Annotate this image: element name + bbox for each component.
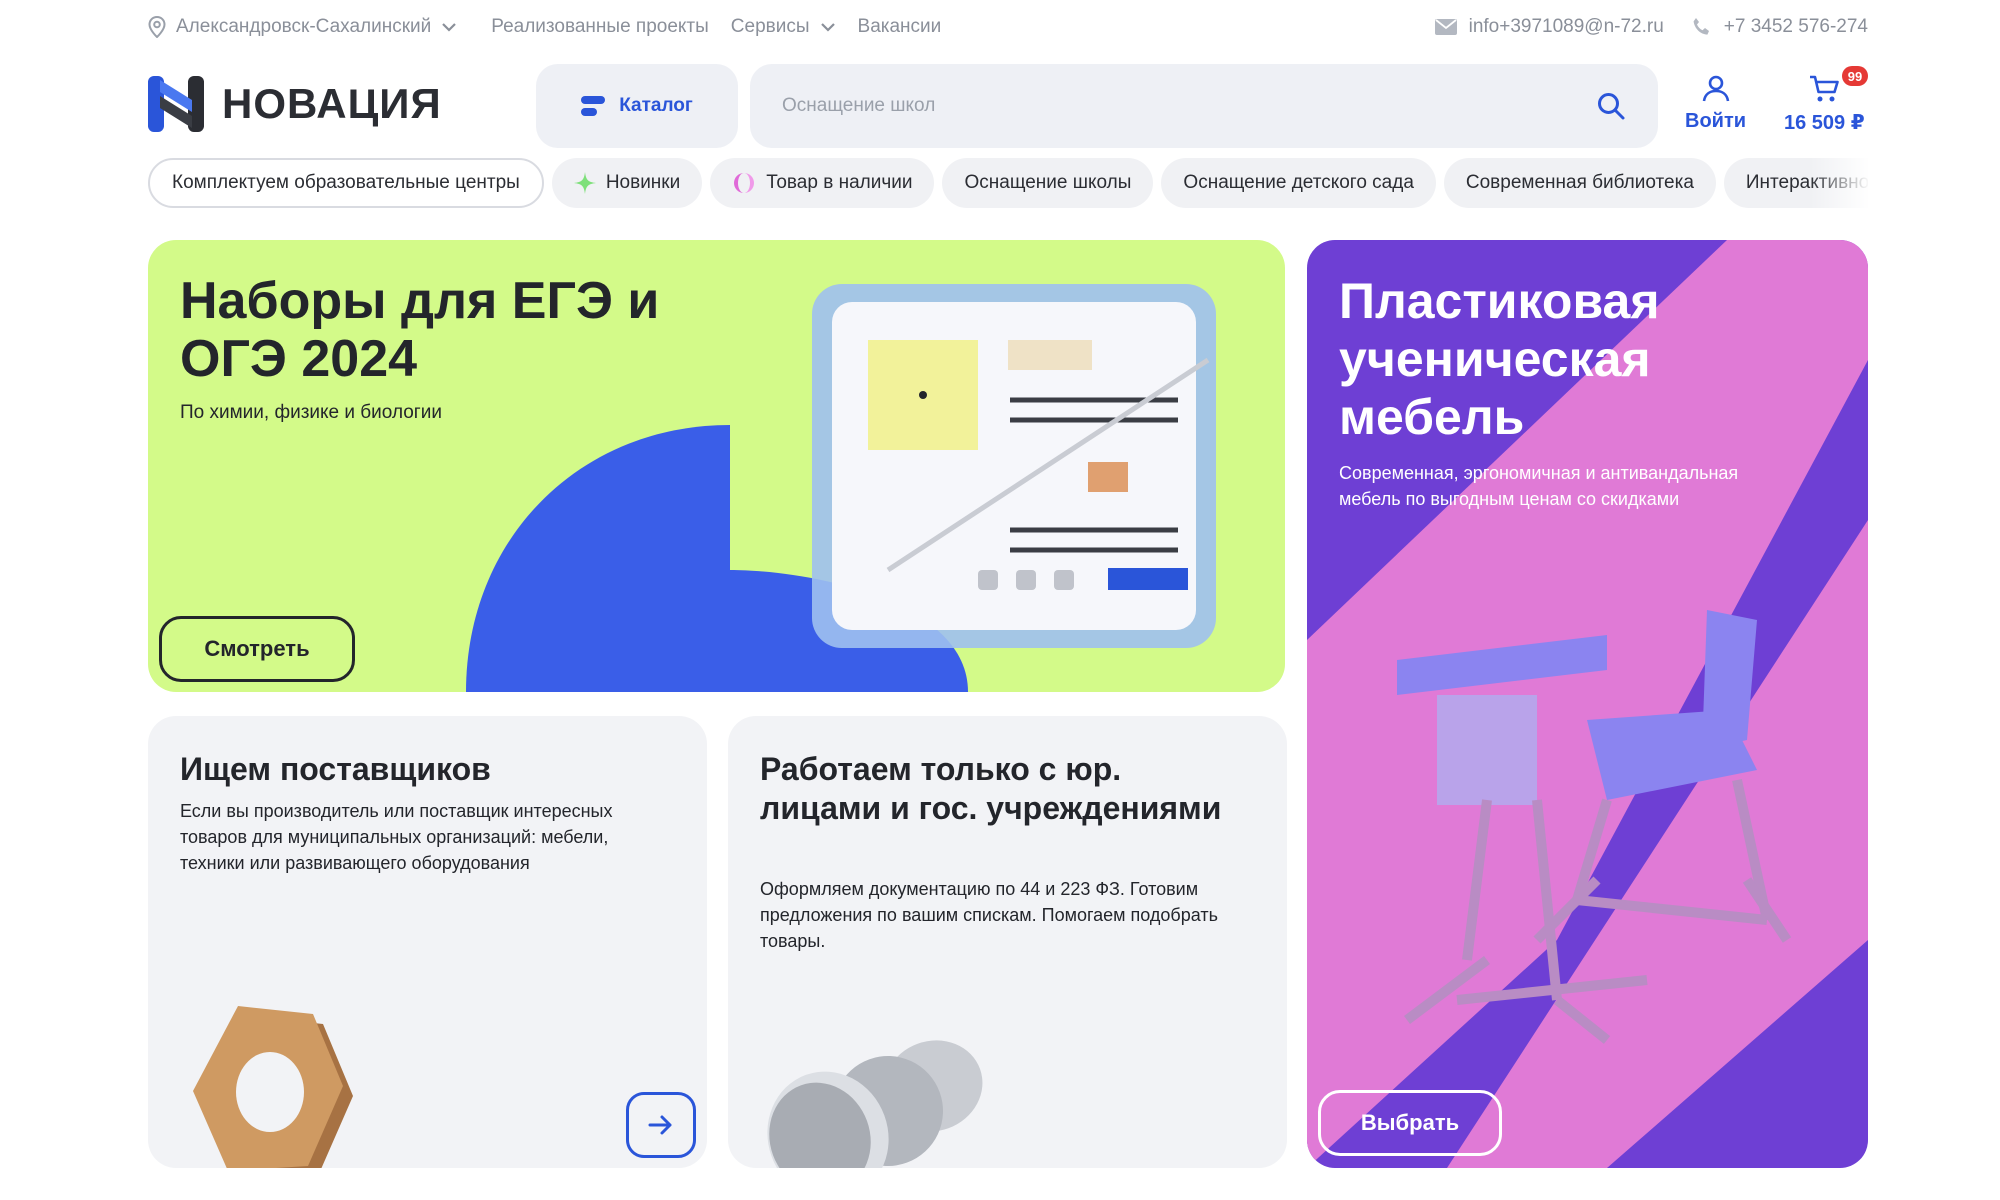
phone-link[interactable]: +7 3452 576-274: [1692, 16, 1868, 38]
chip-label: Товар в наличии: [766, 172, 913, 193]
catalog-icon: [581, 95, 606, 117]
search-bar: [750, 64, 1658, 148]
catalog-label: Каталог: [619, 95, 693, 116]
ege-title: Наборы для ЕГЭ и ОГЭ 2024: [180, 272, 660, 388]
cart-count-badge: 99: [1842, 66, 1868, 86]
card-suppliers[interactable]: Ищем поставщиков Если вы производитель и…: [148, 716, 707, 1168]
link-vacancies[interactable]: Вакансии: [858, 16, 942, 38]
chip-label: Современная библиотека: [1465, 172, 1694, 193]
search-icon[interactable]: [1596, 91, 1626, 121]
chip-label: Оснащение школы: [964, 172, 1132, 193]
category-chips: Комплектуем образовательные центры Новин…: [148, 158, 1868, 210]
chip-label: Комплектуем образовательные центры: [172, 172, 520, 193]
banner-ege-kits[interactable]: Наборы для ЕГЭ и ОГЭ 2024 По химии, физи…: [148, 240, 1285, 692]
email-text: info+3971089@n-72.ru: [1468, 16, 1664, 37]
phone-icon: [1692, 17, 1712, 37]
link-services-label: Сервисы: [730, 16, 810, 37]
metal-discs-image: [767, 1040, 983, 1168]
arrow-right-icon: [648, 1114, 674, 1136]
chevron-down-icon: [820, 22, 836, 32]
location-pin-icon: [148, 16, 166, 38]
link-projects[interactable]: Реализованные проекты: [491, 16, 709, 38]
header: НОВАЦИЯ Каталог Войти 99 16 509 ₽: [148, 62, 1868, 148]
cart-button[interactable]: 99 16 509 ₽: [1784, 66, 1868, 135]
top-bar: Александровск-Сахалинский Реализованные …: [148, 0, 1868, 54]
mail-icon: [1434, 19, 1457, 35]
view-button[interactable]: Смотреть: [159, 616, 355, 682]
chip-education-centers[interactable]: Комплектуем образовательные центры: [148, 158, 544, 208]
card-legal-entities: Работаем только с юр. лицами и гос. учре…: [728, 716, 1287, 1168]
work-subtitle: Оформляем документацию по 44 и 223 ФЗ. Г…: [760, 879, 1218, 951]
ege-subtitle: По химии, физике и биологии: [180, 402, 442, 423]
chips-fade: [1810, 158, 1870, 210]
cart-icon: [1808, 74, 1840, 104]
logo-mark-icon: [148, 76, 204, 132]
suppliers-arrow-button[interactable]: [626, 1092, 696, 1158]
logo-text: НОВАЦИЯ: [222, 80, 442, 127]
login-button[interactable]: Войти: [1685, 74, 1746, 133]
chip-label: Оснащение детского сада: [1183, 172, 1414, 193]
link-services[interactable]: Сервисы: [731, 16, 836, 38]
user-icon: [1701, 74, 1731, 104]
chevron-down-icon: [441, 22, 457, 32]
choose-button[interactable]: Выбрать: [1318, 1090, 1502, 1156]
city-name: Александровск-Сахалинский: [176, 16, 432, 37]
suppliers-title: Ищем поставщиков: [180, 751, 491, 787]
furniture-subtitle: Современная, эргономичная и антивандальн…: [1339, 463, 1739, 509]
stock-icon: [732, 172, 756, 194]
city-selector[interactable]: Александровск-Сахалинский: [148, 16, 457, 38]
chip-kindergarten-equipment[interactable]: Оснащение детского сада: [1161, 158, 1436, 208]
login-label: Войти: [1685, 110, 1747, 132]
suppliers-subtitle: Если вы производитель или поставщик инте…: [180, 801, 613, 873]
chip-modern-library[interactable]: Современная библиотека: [1443, 158, 1716, 208]
work-title: Работаем только с юр. лицами и гос. учре…: [760, 751, 1222, 826]
banner-furniture[interactable]: Пластиковая ученическая мебель Современн…: [1307, 240, 1868, 1168]
furniture-title: Пластиковая ученическая мебель: [1339, 273, 1660, 445]
cart-total: 16 509 ₽: [1784, 112, 1865, 134]
chip-school-equipment[interactable]: Оснащение школы: [942, 158, 1154, 208]
catalog-button[interactable]: Каталог: [536, 64, 738, 148]
phone-text: +7 3452 576-274: [1723, 16, 1868, 37]
chip-new[interactable]: Новинки: [551, 158, 703, 208]
wooden-nut-image: [193, 1006, 353, 1168]
logo[interactable]: НОВАЦИЯ: [148, 76, 442, 132]
search-input[interactable]: [782, 95, 1596, 117]
email-link[interactable]: info+3971089@n-72.ru: [1434, 16, 1664, 38]
chip-label: Новинки: [605, 172, 681, 193]
chip-in-stock[interactable]: Товар в наличии: [710, 158, 935, 208]
sparkle-icon: [573, 172, 596, 194]
